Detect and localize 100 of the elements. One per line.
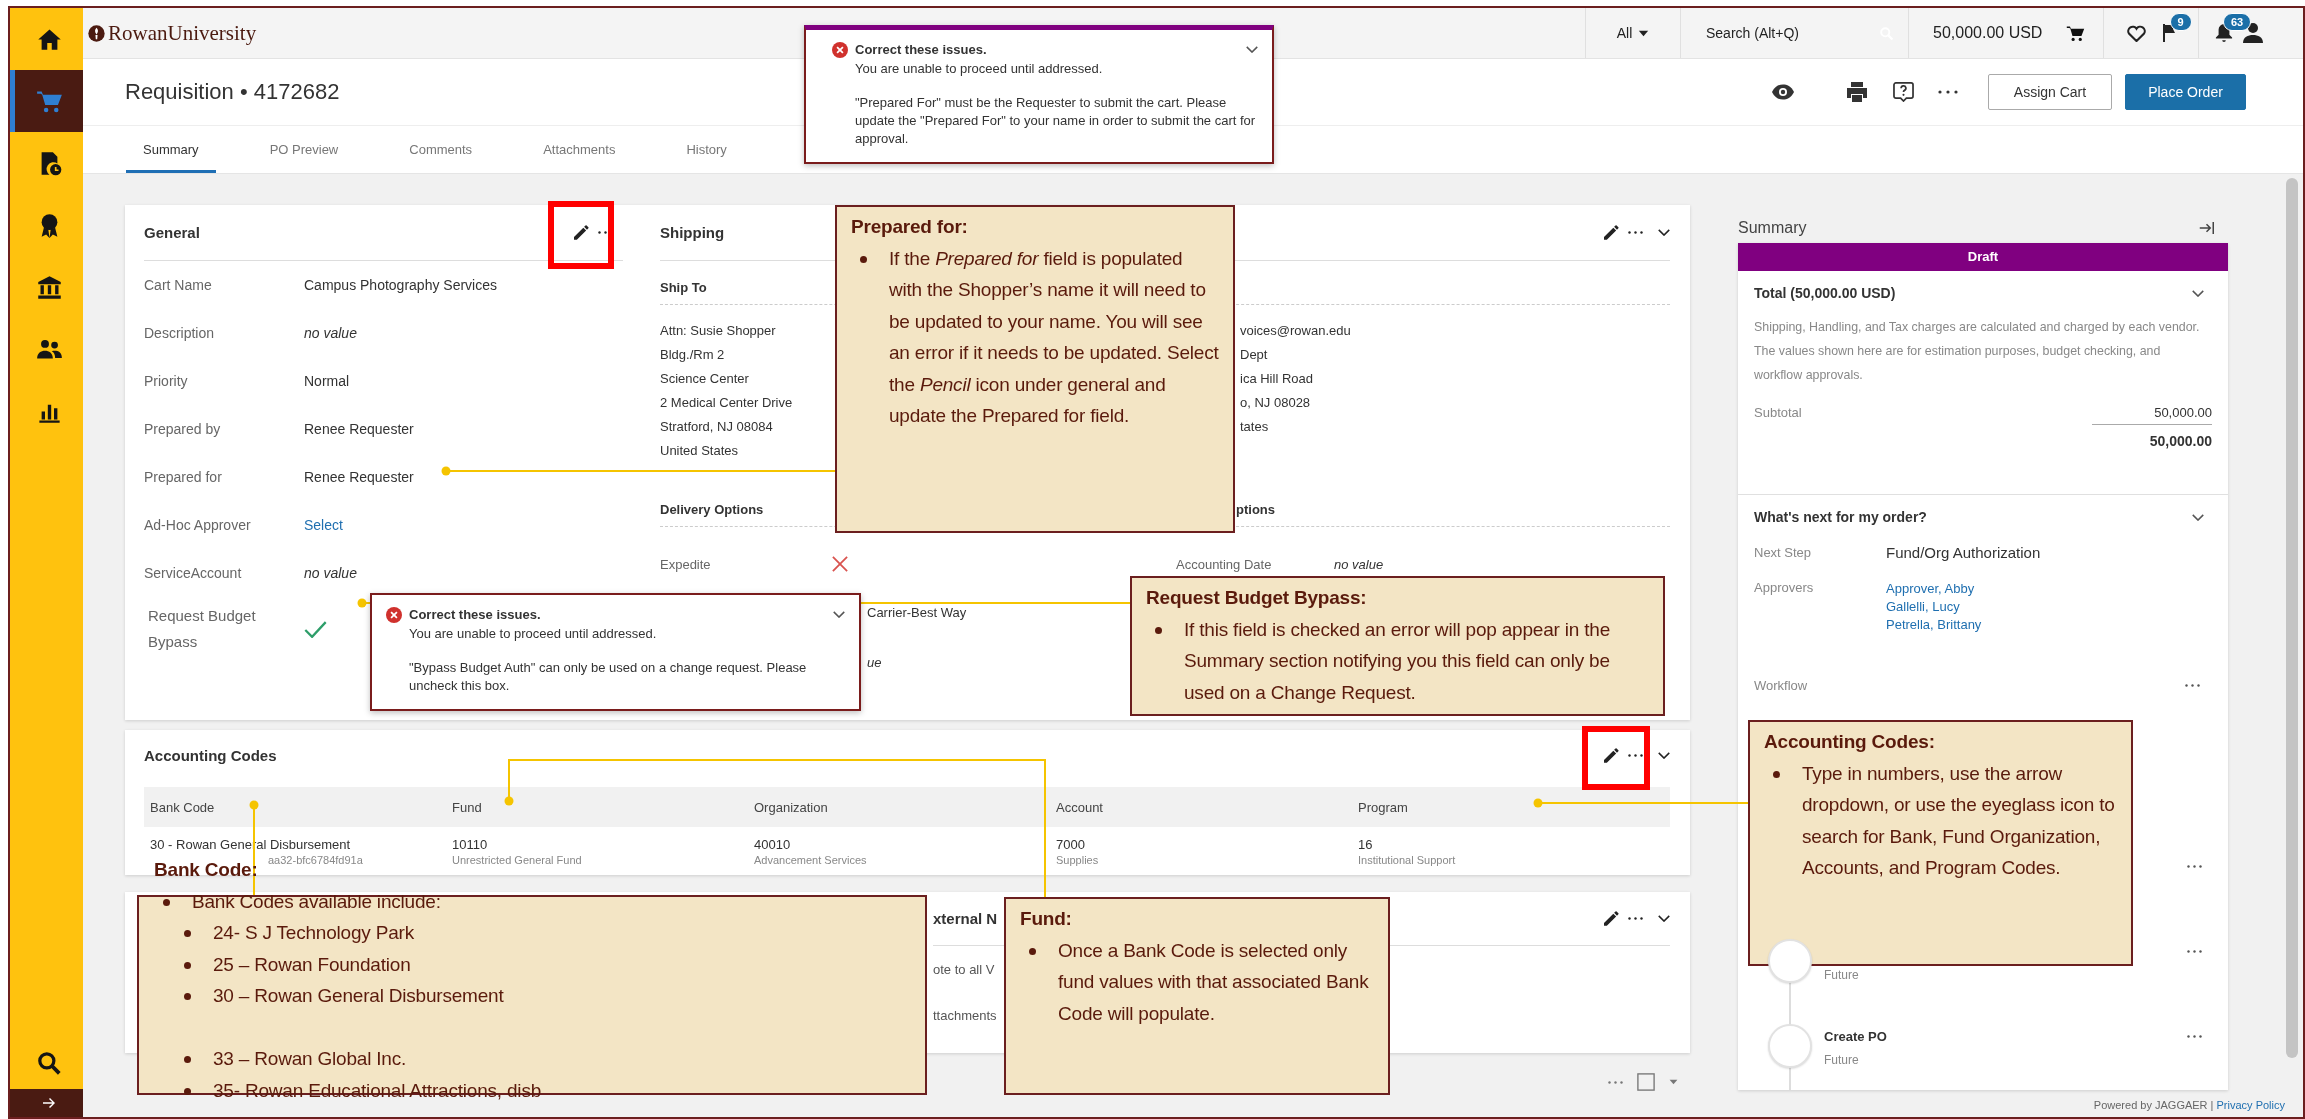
cart-total: 50,000.00 USD [1933, 24, 2043, 42]
column-header: Bank Code [150, 799, 215, 815]
more-icon[interactable] [1628, 231, 1643, 234]
tab[interactable]: Attachments [526, 126, 633, 173]
callout-text: Type in numbers, use the arrow dropdown, or use the eyeglass icon to search for Bank, Fund Organization, Accounts, and Program Codes. [1802, 761, 2116, 880]
caret-icon[interactable] [1669, 1079, 1678, 1085]
field-label: Approvers [1754, 579, 1815, 597]
help-icon[interactable] [1893, 82, 1914, 102]
section-title: What's next for my order? [1754, 509, 1927, 525]
approver-link[interactable]: Gallelli, Lucy [1886, 598, 1982, 616]
note-text: ttachments [933, 1007, 997, 1023]
error-subtitle: You are unable to proceed until addressed. [409, 626, 658, 641]
field-label: Description [144, 325, 216, 341]
error-title: Correct these issues. [409, 607, 542, 622]
address-line: Stratford, NJ 08084 [660, 418, 773, 436]
search-field[interactable]: Search (Alt+Q) [1703, 22, 1863, 44]
caret-icon [1638, 29, 1650, 37]
more-icon[interactable] [2187, 1035, 2202, 1038]
printer-icon[interactable] [1847, 82, 1867, 102]
approver-link[interactable]: Petrella, Brittany [1886, 616, 1982, 634]
select-link[interactable]: Select [304, 517, 343, 533]
chevron-icon[interactable] [2192, 289, 2204, 297]
square-icon[interactable] [1637, 1073, 1655, 1091]
bank-icon [35, 273, 63, 301]
collapse-icon[interactable] [2199, 221, 2214, 235]
error-title: Correct these issues. [855, 42, 988, 57]
bullet-icon [184, 1056, 191, 1063]
user-icon[interactable] [2243, 23, 2263, 43]
chevron-icon[interactable] [1658, 751, 1670, 759]
eye-icon[interactable] [1772, 84, 1794, 100]
chevron-icon[interactable] [1658, 229, 1670, 236]
expand-button[interactable] [10, 1089, 83, 1117]
count-badge: 9 [2169, 13, 2192, 31]
table-cell-text: 40010 [754, 837, 792, 852]
field-label: Cart Name [144, 277, 213, 293]
privacy-link[interactable]: Privacy Policy [2216, 1099, 2285, 1111]
search-icon [36, 1050, 62, 1076]
flag-icon[interactable] [2161, 24, 2176, 42]
panel-title: Summary [1738, 219, 1807, 237]
chevron-icon[interactable] [2192, 513, 2204, 521]
field-value: Renee Requester [304, 421, 414, 437]
count-badge: 63 [2223, 12, 2252, 31]
address-line: Attn: Susie Shopper [660, 322, 776, 340]
address-line: United States [660, 442, 739, 460]
error-message: "Bypass Budget Auth" can only be used on a change request. Please uncheck this box. [409, 659, 808, 695]
edit-icon[interactable] [1604, 225, 1619, 240]
cell-subtext: Advancement Services [754, 854, 868, 866]
bullet-icon [184, 961, 191, 969]
subsection-title: Ship To [660, 280, 707, 295]
field-value: no value [304, 565, 357, 581]
tab[interactable]: History [669, 126, 744, 173]
bullet-icon [1155, 626, 1162, 634]
bullet-icon [163, 898, 170, 906]
chevron-icon[interactable] [833, 611, 845, 618]
cell-subtext: Unrestricted General Fund [452, 854, 583, 866]
error-message: "Prepared For" must be the Requester to submit the cart. Please update the "Prepared For" to your name in order to submit the cart for approval. [855, 94, 1257, 148]
tab[interactable]: Comments [392, 126, 490, 173]
more-icon[interactable] [2185, 683, 2200, 687]
more-icon[interactable] [1938, 90, 1958, 94]
field-value: Campus Photography Services [304, 277, 497, 293]
approver-link[interactable]: Approver, Abby [1886, 580, 1982, 598]
callout-text: 30 – Rowan General Disbursement [213, 984, 504, 1008]
edit-icon[interactable] [1604, 911, 1619, 926]
cart-icon[interactable] [2066, 23, 2086, 43]
column-header: Fund [452, 799, 482, 815]
error-icon [386, 607, 402, 623]
favorites-icon[interactable] [2126, 24, 2146, 42]
scope-dropdown[interactable]: All [1612, 23, 1654, 43]
more-icon[interactable] [1628, 753, 1643, 757]
note-text: ote to all V [933, 961, 995, 977]
place-order-button[interactable]: Place Order [2125, 74, 2246, 110]
error-subtitle: You are unable to proceed until addressed. [855, 61, 1104, 76]
assign-cart-button[interactable]: Assign Cart [1988, 74, 2112, 110]
note-text: Shipping, Handling, and Tax charges are calculated and charged by each vendor. The values shown here are for estimation purposes, budget checking, and workflow approvals. [1754, 319, 2201, 384]
step-status: Future [1824, 1052, 1860, 1069]
more-icon[interactable] [2187, 950, 2202, 953]
edit-icon[interactable] [1604, 747, 1619, 763]
callout-text: Bank Codes available include: [192, 889, 441, 914]
scrollbar[interactable] [2286, 178, 2298, 1058]
field-label: Workflow [1754, 677, 1808, 693]
tab[interactable]: PO Preview [252, 126, 356, 173]
cell-subtext: aa32-bfc6784fd91a [267, 854, 364, 866]
cell-subtext: Institutional Support [1358, 854, 1457, 866]
more-icon[interactable] [1628, 917, 1643, 920]
arrow-right-icon [41, 1095, 57, 1111]
page-title: Requisition • 4172682 [125, 79, 340, 105]
status-banner: Draft [1738, 243, 2228, 271]
chevron-icon[interactable] [1658, 915, 1670, 922]
step-circle [1768, 1024, 1812, 1068]
bullet-icon [184, 930, 191, 937]
chevron-icon[interactable] [1246, 46, 1258, 53]
address-line: tates [1240, 418, 1269, 436]
address-line: Dept [1240, 346, 1268, 364]
bullet-icon [1773, 770, 1780, 778]
column-header: Account [1056, 799, 1103, 815]
step-title: Create PO [1824, 1028, 1888, 1046]
logo-text: RowanUniversity [108, 20, 257, 46]
callout-title: Fund: [1020, 907, 1072, 931]
edit-icon[interactable] [574, 225, 589, 240]
more-icon[interactable] [2187, 865, 2202, 868]
